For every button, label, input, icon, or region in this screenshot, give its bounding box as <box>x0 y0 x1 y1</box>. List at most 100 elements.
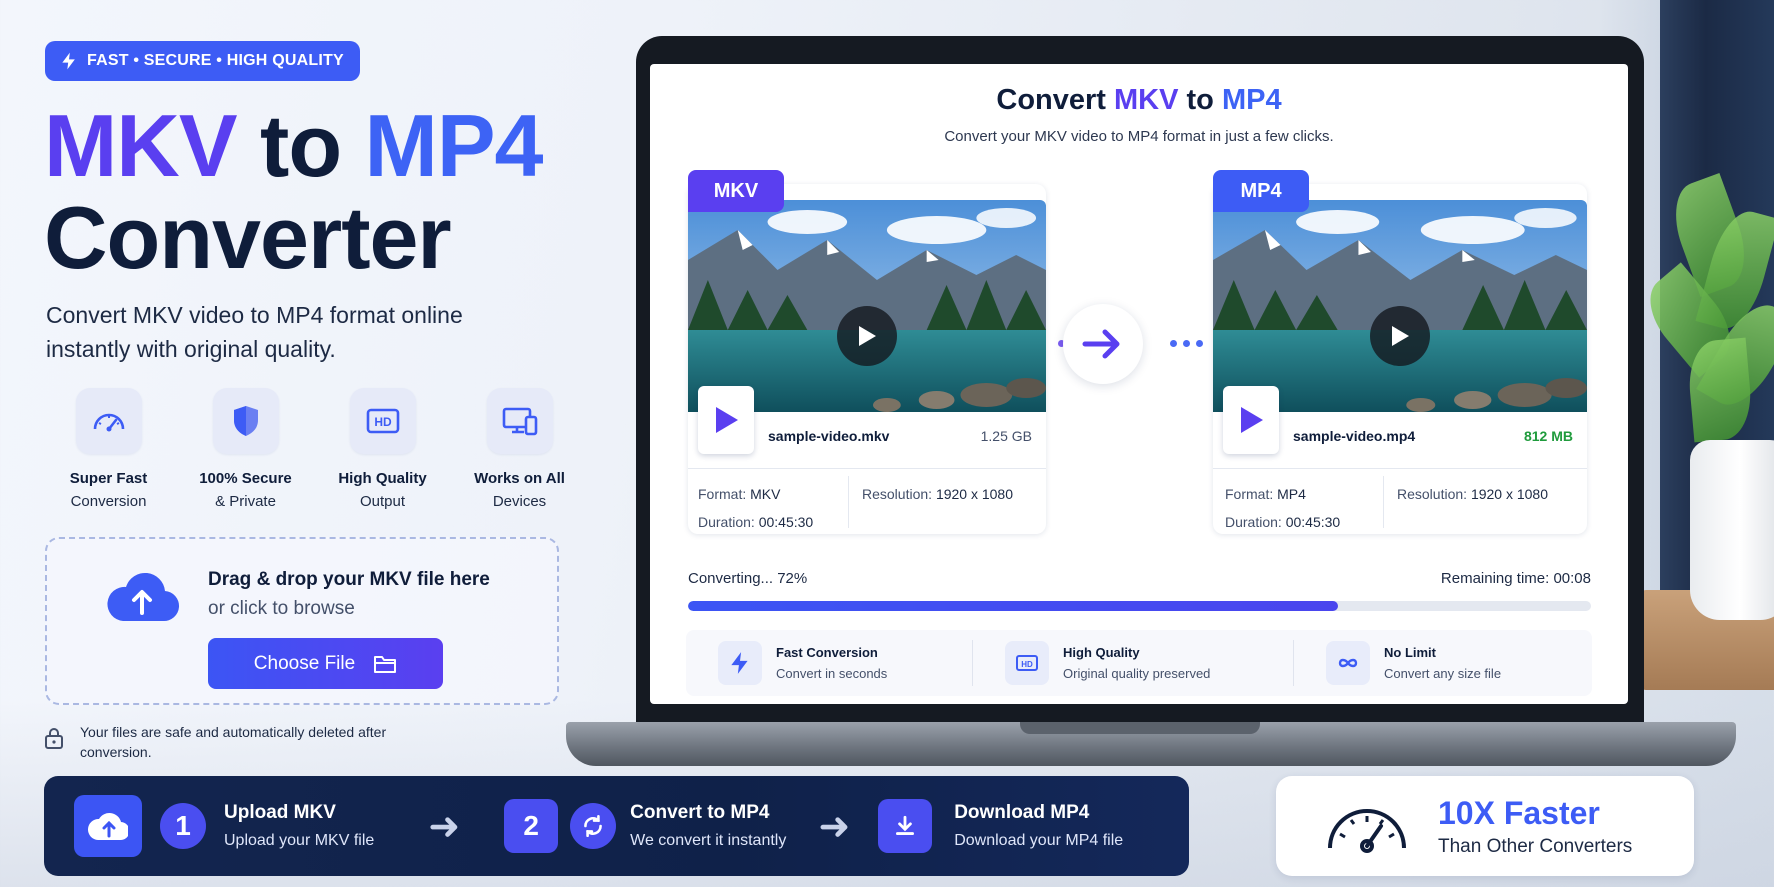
target-format: Format: MP4 <box>1225 486 1306 502</box>
feature-sub: Devices <box>492 493 547 510</box>
choose-file-label: Choose File <box>253 652 356 674</box>
strip-title: Fast Conversion <box>776 645 878 660</box>
screen-title-mid: to <box>1178 84 1222 116</box>
devices-icon <box>502 407 537 436</box>
refresh-icon <box>570 803 617 849</box>
folder-icon <box>374 655 397 673</box>
strip-title: No Limit <box>1384 645 1436 660</box>
feature-devices: Works on All Devices <box>451 388 588 510</box>
source-file-size: 1.25 GB <box>980 428 1032 444</box>
source-resolution: Resolution: 1920 x 1080 <box>862 486 1014 502</box>
card-divider-vertical <box>1383 476 1384 528</box>
play-icon <box>1392 326 1409 346</box>
feature-title: Works on All <box>474 470 565 487</box>
svg-text:HD: HD <box>1021 660 1033 669</box>
step-upload: Upload MKV Upload your MKV file <box>224 802 374 850</box>
speed-claim-sub: Than Other Converters <box>1438 835 1633 857</box>
svg-text:HD: HD <box>374 415 392 429</box>
step-title: Convert to MP4 <box>630 802 770 823</box>
card-divider <box>1213 468 1587 469</box>
file-dropzone[interactable]: Drag & drop your MKV file here or click … <box>45 537 559 705</box>
step-download: Download MP4 Download your MP4 file <box>954 802 1123 850</box>
hero-subtitle: Convert MKV video to MP4 format online i… <box>46 302 463 362</box>
feature-title: 100% Secure <box>199 470 292 487</box>
target-file-card: MP4 sample-video.mp4 812 MB Format: MP4 … <box>1213 170 1587 534</box>
arrow-right-icon <box>1063 304 1143 384</box>
feature-list: Super Fast Conversion 100% Secure & Priv… <box>40 388 588 510</box>
progress-bar <box>688 601 1591 611</box>
target-resolution: Resolution: 1920 x 1080 <box>1397 486 1549 502</box>
source-duration: Duration: 00:45:30 <box>698 514 814 530</box>
lock-icon <box>45 728 63 749</box>
tagline-text: FAST • SECURE • HIGH QUALITY <box>87 52 344 69</box>
dots-right <box>1170 340 1203 347</box>
safety-note-text: Your files are safe and automatically de… <box>80 724 387 760</box>
progress-bar-fill <box>688 601 1339 611</box>
speedometer-icon <box>1328 809 1406 853</box>
strip-sub: Original quality preserved <box>1063 666 1211 681</box>
feature-secure: 100% Secure & Private <box>177 388 314 510</box>
card-divider-vertical <box>848 476 849 528</box>
target-duration: Duration: 00:45:30 <box>1225 514 1341 530</box>
speedometer-icon <box>93 413 124 432</box>
tagline-badge: FAST • SECURE • HIGH QUALITY <box>45 41 360 81</box>
hero-title-converter: Converter <box>44 188 452 287</box>
download-icon <box>878 799 933 853</box>
hero-title-mp4: MP4 <box>364 96 544 195</box>
screen-title-pre: Convert <box>996 84 1115 116</box>
lightning-icon <box>731 652 748 674</box>
lightning-icon <box>62 52 75 70</box>
step-number-1: 1 <box>160 803 206 849</box>
remaining-time: Remaining time: 00:08 <box>1440 570 1591 587</box>
hero-title-mkv: MKV <box>44 96 238 195</box>
screen-title: Convert MKV to MP4 <box>650 84 1628 117</box>
hero-title: MKV to MP4 Converter <box>44 100 543 287</box>
feature-sub: & Private <box>215 493 276 510</box>
dropzone-sub: or click to browse <box>208 598 355 619</box>
plant-decor <box>1634 160 1774 460</box>
feature-fast: Super Fast Conversion <box>40 388 177 510</box>
play-button[interactable] <box>1370 306 1430 366</box>
feature-strip: Fast Conversion Convert in seconds HD Hig… <box>686 630 1592 696</box>
speed-claim-title: 10X Faster <box>1438 794 1600 831</box>
dropzone-title: Drag & drop your MKV file here <box>208 569 490 590</box>
step-arrow-icon: ➜ <box>428 805 461 848</box>
hero-title-to: to <box>236 96 365 195</box>
screen-subtitle: Convert your MKV video to MP4 format in … <box>944 128 1334 145</box>
video-file-icon <box>698 386 754 454</box>
laptop-notch <box>1020 722 1260 734</box>
progress-label: Converting... 72% <box>688 570 808 587</box>
video-file-icon <box>1223 386 1279 454</box>
safety-note: Your files are safe and automatically de… <box>44 722 390 762</box>
source-file-name: sample-video.mkv <box>768 428 890 444</box>
laptop-screen: Convert MKV to MP4 Convert your MKV vide… <box>650 64 1628 704</box>
step-upload-icon-box <box>74 795 142 857</box>
plant-pot <box>1690 440 1774 620</box>
screen-title-mkv: MKV <box>1114 84 1179 116</box>
step-title: Upload MKV <box>224 802 336 823</box>
feature-sub: Output <box>359 493 406 510</box>
cloud-upload-icon <box>88 813 128 841</box>
play-button[interactable] <box>837 306 897 366</box>
strip-item-fast: Fast Conversion Convert in seconds <box>686 641 972 685</box>
step-sub: We convert it instantly <box>630 832 787 849</box>
strip-sub: Convert any size file <box>1384 666 1502 681</box>
speed-claim-card: 10X Faster Than Other Converters <box>1276 776 1694 876</box>
target-file-size: 812 MB <box>1523 428 1573 444</box>
source-format-tag: MKV <box>688 170 784 212</box>
infinity-icon <box>1338 658 1358 668</box>
target-file-name: sample-video.mp4 <box>1293 428 1416 444</box>
feature-sub: Conversion <box>70 493 147 510</box>
source-file-card: MKV sample-video.mkv 1.25 GB Format: MKV… <box>688 170 1046 534</box>
strip-item-quality: HD High Quality Original quality preserve… <box>973 641 1293 685</box>
step-number-2: 2 <box>504 799 559 853</box>
hd-icon: HD <box>366 408 399 434</box>
feature-title: Super Fast <box>69 470 148 487</box>
card-divider <box>688 468 1046 469</box>
step-sub: Download your MP4 file <box>954 832 1124 849</box>
screen-title-mp4: MP4 <box>1221 84 1282 116</box>
step-sub: Upload your MKV file <box>224 832 375 849</box>
play-icon <box>859 326 876 346</box>
step-title: Download MP4 <box>954 802 1090 823</box>
choose-file-button[interactable]: Choose File <box>208 638 443 689</box>
